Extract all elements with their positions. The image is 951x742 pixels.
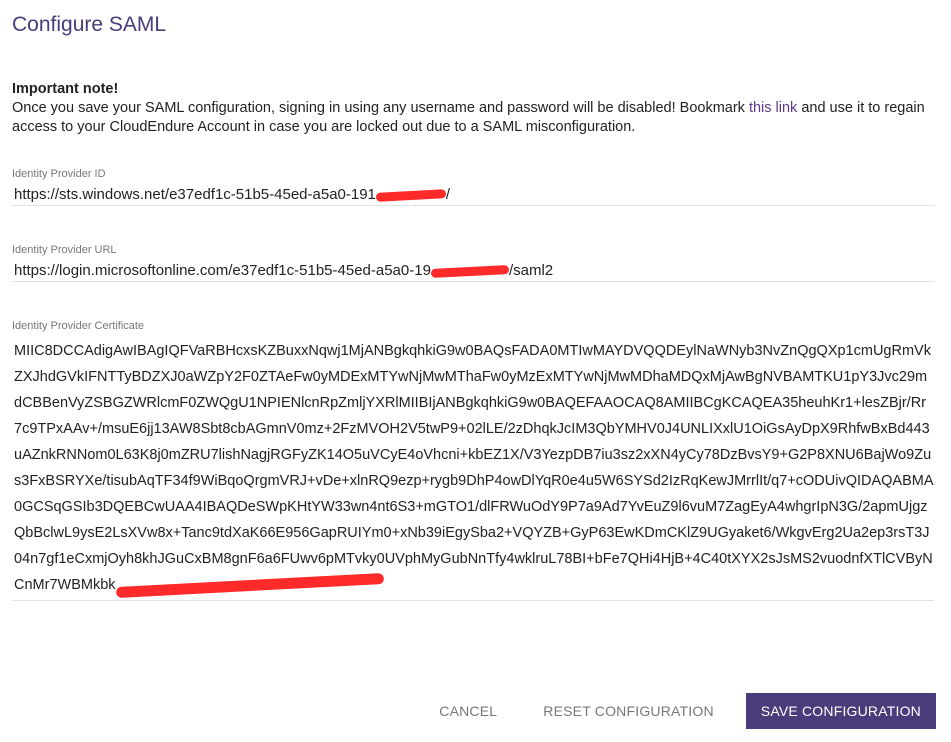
- action-buttons: CANCEL RESET CONFIGURATION SAVE CONFIGUR…: [425, 693, 936, 729]
- cancel-button[interactable]: CANCEL: [425, 694, 511, 728]
- identity-provider-url-value: https://login.microsoftonline.com/e37edf…: [14, 262, 431, 279]
- note-title: Important note!: [12, 81, 119, 97]
- redaction-mark: [115, 572, 384, 598]
- identity-provider-certificate-value: MIIC8DCCAdigAwIBAgIQFVaRBHcxsKZBuxxNqwj1…: [14, 343, 934, 593]
- identity-provider-id-field[interactable]: Identity Provider ID https://sts.windows…: [12, 168, 934, 206]
- identity-provider-url-label: Identity Provider URL: [12, 244, 117, 256]
- identity-provider-url-field[interactable]: Identity Provider URL https://login.micr…: [12, 244, 934, 282]
- note-text-before-link: Once you save your SAML configuration, s…: [12, 100, 749, 116]
- identity-provider-certificate-label: Identity Provider Certificate: [12, 320, 145, 332]
- identity-provider-id-input[interactable]: https://sts.windows.net/e37edf1c-51b5-45…: [12, 186, 934, 205]
- important-note: Important note! Once you save your SAML …: [12, 80, 937, 137]
- identity-provider-id-value-end: /: [445, 186, 451, 203]
- page-title: Configure SAML: [12, 13, 167, 36]
- bookmark-link[interactable]: this link: [749, 100, 797, 116]
- save-configuration-button[interactable]: SAVE CONFIGURATION: [745, 693, 936, 729]
- reset-configuration-button[interactable]: RESET CONFIGURATION: [529, 694, 728, 728]
- identity-provider-id-value: https://sts.windows.net/e37edf1c-51b5-45…: [14, 186, 376, 203]
- identity-provider-id-label: Identity Provider ID: [12, 168, 106, 180]
- identity-provider-certificate-input[interactable]: MIIC8DCCAdigAwIBAgIQFVaRBHcxsKZBuxxNqwj1…: [12, 338, 934, 600]
- identity-provider-certificate-field[interactable]: Identity Provider Certificate MIIC8DCCAd…: [12, 320, 934, 601]
- identity-provider-url-input[interactable]: https://login.microsoftonline.com/e37edf…: [12, 262, 934, 281]
- redaction-mark: [430, 264, 510, 278]
- redaction-mark: [375, 188, 447, 202]
- identity-provider-url-value-end: /saml2: [508, 262, 554, 279]
